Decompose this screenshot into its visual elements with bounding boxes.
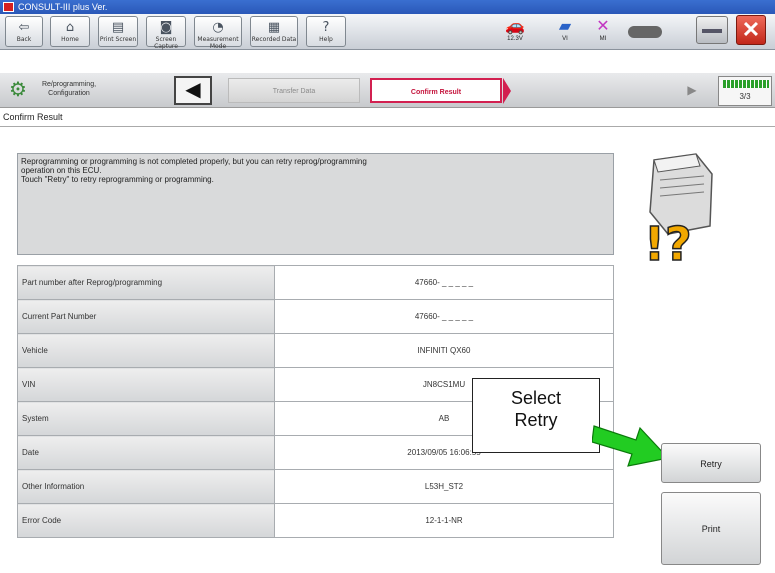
- window-title: CONSULT-III plus Ver.: [18, 2, 108, 12]
- app-logo-icon: [3, 2, 14, 12]
- row-label: Other Information: [17, 469, 275, 504]
- select-retry-callout: Select Retry: [472, 378, 600, 453]
- row-label: Part number after Reprog/programming: [17, 265, 275, 300]
- process-bar: ⚙ Re/programming, Configuration ◀ Transf…: [0, 73, 775, 108]
- result-message: Reprogramming or programming is not comp…: [17, 153, 614, 255]
- row-label: VIN: [17, 367, 275, 402]
- vi-status: ▰ VI: [552, 18, 578, 42]
- camera-icon: ◙: [159, 20, 173, 35]
- close-button[interactable]: ✕: [736, 15, 766, 45]
- table-row: Part number after Reprog/programming 476…: [17, 265, 614, 300]
- ecu-warning-icon: !?: [643, 153, 713, 266]
- page-title: Confirm Result: [3, 112, 63, 122]
- screen-capture-button[interactable]: ◙ Screen Capture: [146, 16, 186, 50]
- measurement-mode-button[interactable]: ◔ Measurement Mode: [194, 16, 242, 50]
- message-line: Reprogramming or programming is not comp…: [21, 157, 367, 166]
- callout-line: Select: [510, 388, 562, 408]
- battery-status: 🚗 12.3V: [500, 18, 530, 42]
- mi-disconnected-icon: ✕: [596, 18, 610, 35]
- step-back-button[interactable]: ◀: [174, 76, 212, 105]
- row-value: 47660- _ _ _ _ _: [274, 265, 614, 300]
- table-row: Vehicle INFINITI QX60: [17, 333, 614, 368]
- recorded-data-icon: ▦: [267, 20, 281, 35]
- page-indicator: 3/3: [718, 76, 772, 106]
- arrow-left-icon: ◀: [185, 79, 201, 101]
- progress-bars: [723, 80, 769, 88]
- print-screen-icon: ▤: [111, 20, 125, 35]
- vehicle-battery-icon: 🚗: [505, 18, 525, 35]
- row-label: Vehicle: [17, 333, 275, 368]
- reprogramming-icon: ⚙: [9, 79, 27, 101]
- measurement-icon: ◔: [212, 20, 224, 35]
- message-line: Touch "Retry" to retry reprogramming or …: [21, 175, 214, 184]
- step-confirm-result: Confirm Result: [370, 78, 502, 103]
- print-screen-button[interactable]: ▤ Print Screen: [98, 16, 138, 47]
- svg-text:!?: !?: [644, 217, 692, 266]
- home-button[interactable]: ⌂ Home: [50, 16, 90, 47]
- toolbar: ⇦ Back ⌂ Home ▤ Print Screen ◙ Screen Ca…: [0, 14, 775, 50]
- table-row: Current Part Number 47660- _ _ _ _ _: [17, 299, 614, 334]
- row-value: L53H_ST2: [274, 469, 614, 504]
- mi-status: ✕ MI: [590, 18, 616, 42]
- row-label: System: [17, 401, 275, 436]
- recorded-data-button[interactable]: ▦ Recorded Data: [250, 16, 298, 47]
- help-icon: ?: [322, 20, 330, 35]
- process-category: Re/programming, Configuration: [41, 81, 97, 97]
- connector-icon: [628, 26, 662, 38]
- row-value: 47660- _ _ _ _ _: [274, 299, 614, 334]
- vi-icon: ▰: [558, 18, 572, 35]
- retry-button[interactable]: Retry: [661, 443, 761, 483]
- callout-line: Retry: [514, 410, 558, 430]
- message-line: operation on this ECU.: [21, 166, 102, 175]
- next-step-arrow-icon: ▶: [687, 83, 697, 97]
- table-row: Error Code 12-1-1-NR: [17, 503, 614, 538]
- minimize-button[interactable]: [696, 16, 728, 44]
- row-label: Error Code: [17, 503, 275, 538]
- help-button[interactable]: ? Help: [306, 16, 346, 47]
- step-pointer: [503, 78, 511, 104]
- print-button[interactable]: Print: [661, 492, 761, 565]
- home-icon: ⌂: [65, 20, 75, 35]
- back-button[interactable]: ⇦ Back: [5, 16, 43, 47]
- page-number: 3/3: [739, 92, 751, 101]
- row-value: 12-1-1-NR: [274, 503, 614, 538]
- close-icon: ✕: [741, 17, 761, 42]
- green-arrow-icon: [592, 425, 670, 467]
- row-value: INFINITI QX60: [274, 333, 614, 368]
- row-label: Current Part Number: [17, 299, 275, 334]
- step-transfer-data: Transfer Data: [228, 78, 360, 103]
- window-title-bar: CONSULT-III plus Ver.: [0, 0, 775, 14]
- table-row: Other Information L53H_ST2: [17, 469, 614, 504]
- back-icon: ⇦: [18, 20, 30, 35]
- row-label: Date: [17, 435, 275, 470]
